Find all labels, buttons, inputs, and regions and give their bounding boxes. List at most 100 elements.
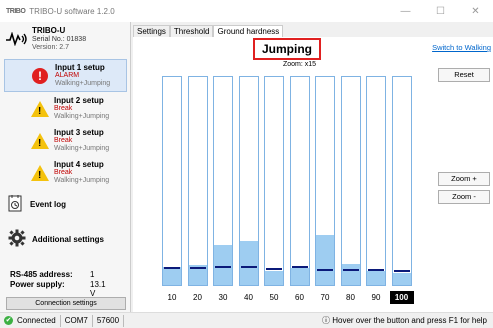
sidebar-item-additional-settings[interactable]: Additional settings <box>8 229 104 249</box>
chart-bar-marker <box>266 268 282 271</box>
input-title: Input 1 setup <box>55 63 105 72</box>
sidebar-label: Event log <box>30 199 67 209</box>
chart-bar-marker <box>368 269 384 272</box>
chart-tick-label[interactable]: 100 <box>389 291 414 304</box>
tab-ground-hardness[interactable]: Ground hardness <box>213 25 284 37</box>
title-bar: TRIBO TRIBO-U software 1.2.0 — ☐ ✕ <box>0 0 493 22</box>
sidebar: TRIBO-U Serial No.: 01838 Version: 2.7 !… <box>0 22 131 312</box>
chart-bar-fill <box>316 234 334 285</box>
input-mode: Walking+Jumping <box>55 80 111 87</box>
chart-bar-90[interactable] <box>366 76 386 286</box>
input-status: Break <box>54 169 73 176</box>
chart-bar-80[interactable] <box>340 76 361 286</box>
chart-bar-fill <box>367 271 385 285</box>
sidebar-item-input-1[interactable]: ! Input 1 setup ALARM Walking+Jumping <box>4 59 127 92</box>
tab-settings[interactable]: Settings <box>133 25 170 37</box>
chart-tick-label[interactable]: 30 <box>211 291 235 304</box>
input-mode: Walking+Jumping <box>54 145 110 152</box>
sidebar-label: Additional settings <box>32 234 104 244</box>
chart-bar-marker <box>393 270 410 273</box>
power-supply-label: Power supply: <box>10 280 65 289</box>
device-header: TRIBO-U Serial No.: 01838 Version: 2.7 <box>4 26 128 56</box>
chart-tick-label[interactable]: 10 <box>160 291 184 304</box>
chart-tick-label[interactable]: 40 <box>237 291 261 304</box>
minimize-button[interactable]: — <box>388 0 423 22</box>
connected-check-icon: ✔ <box>4 316 13 325</box>
baud-rate: 57600 <box>93 314 125 327</box>
help-hint: ⓘ Hover over the button and press F1 for… <box>322 315 487 326</box>
chart-bar-marker <box>189 267 206 270</box>
switch-to-walking-link[interactable]: Switch to Walking <box>432 43 491 52</box>
tab-bar: Settings Threshold Ground hardness <box>133 25 284 37</box>
chart-tick-label[interactable]: 90 <box>364 291 388 304</box>
chart-bar-fill <box>214 245 232 285</box>
device-version: Version: 2.7 <box>32 44 69 51</box>
zoom-label: Zoom: x15 <box>283 61 317 68</box>
chart-bar-10[interactable] <box>162 76 182 286</box>
clock-icon <box>8 194 24 214</box>
device-serial: Serial No.: 01838 <box>32 36 87 43</box>
connection-settings-button[interactable]: Connection settings <box>6 297 126 310</box>
chart-bar-60[interactable] <box>289 76 310 286</box>
status-bar: ✔ Connected COM7 57600 ⓘ Hover over the … <box>0 312 493 328</box>
device-name: TRIBO-U <box>32 26 66 35</box>
sidebar-item-input-2[interactable]: ! Input 2 setup Break Walking+Jumping <box>4 93 127 126</box>
chart-bar-20[interactable] <box>187 76 208 286</box>
mode-title: Jumping <box>253 38 321 60</box>
chart-bar-100[interactable] <box>391 76 412 286</box>
ground-hardness-panel: Jumping Switch to Walking Zoom: x15 Rese… <box>133 37 493 312</box>
rs485-address-value: 1 <box>90 270 95 279</box>
chart-bar-fill <box>163 267 181 285</box>
chart-bar-fill <box>265 271 283 285</box>
chart-bar-marker <box>317 269 333 272</box>
window-controls: — ☐ ✕ <box>388 0 493 22</box>
input-title: Input 2 setup <box>54 96 104 105</box>
input-title: Input 3 setup <box>54 128 104 137</box>
chart-bar-marker <box>215 266 231 269</box>
help-hint-text: Hover over the button and press F1 for h… <box>332 316 487 325</box>
input-title: Input 4 setup <box>54 160 104 169</box>
chart-tick-label[interactable]: 60 <box>288 291 312 304</box>
input-mode: Walking+Jumping <box>54 113 110 120</box>
info-icon: ⓘ <box>322 316 330 325</box>
app-logo: TRIBO <box>6 7 26 15</box>
sidebar-item-input-4[interactable]: ! Input 4 setup Break Walking+Jumping <box>4 157 127 190</box>
gear-icon <box>8 229 26 249</box>
chart-tick-label[interactable]: 70 <box>313 291 337 304</box>
device-logo-icon <box>6 31 28 49</box>
chart-bar-fill <box>239 240 258 285</box>
zoom-out-button[interactable]: Zoom - <box>438 190 490 204</box>
chart-bar-fill <box>290 268 309 285</box>
rs485-address-label: RS-485 address: <box>10 270 73 279</box>
zoom-in-button[interactable]: Zoom + <box>438 172 490 186</box>
sidebar-item-event-log[interactable]: Event log <box>8 194 66 214</box>
input-status: Break <box>54 105 73 112</box>
input-mode: Walking+Jumping <box>54 177 110 184</box>
chart-tick-label[interactable]: 80 <box>339 291 363 304</box>
chart-bar-30[interactable] <box>213 76 233 286</box>
close-button[interactable]: ✕ <box>458 0 493 22</box>
chart-bar-marker <box>164 267 180 270</box>
chart-bar-marker <box>342 269 359 272</box>
chart-tick-label[interactable]: 20 <box>186 291 210 304</box>
input-status: ALARM <box>55 72 80 79</box>
chart-bar-50[interactable] <box>264 76 284 286</box>
maximize-button[interactable]: ☐ <box>423 0 458 22</box>
com-port: COM7 <box>61 314 93 327</box>
window-title: TRIBO-U software 1.2.0 <box>29 6 115 16</box>
chart-bar-40[interactable] <box>238 76 259 286</box>
chart-tick-label[interactable]: 50 <box>262 291 286 304</box>
chart-bar-70[interactable] <box>315 76 335 286</box>
rs485-info: RS-485 address: 1 Power supply: 13.1 V <box>10 270 106 298</box>
connection-status: Connected <box>13 314 61 327</box>
chart-bar-marker <box>291 266 308 269</box>
chart-bar-marker <box>240 266 257 269</box>
tab-threshold[interactable]: Threshold <box>169 25 214 37</box>
alarm-icon: ! <box>32 68 48 84</box>
reset-button[interactable]: Reset <box>438 68 490 82</box>
power-supply-value: 13.1 V <box>90 280 106 298</box>
chart-bar-fill <box>341 264 360 285</box>
input-status: Break <box>54 137 73 144</box>
chart-bar-fill <box>392 273 411 285</box>
sidebar-item-input-3[interactable]: ! Input 3 setup Break Walking+Jumping <box>4 125 127 158</box>
